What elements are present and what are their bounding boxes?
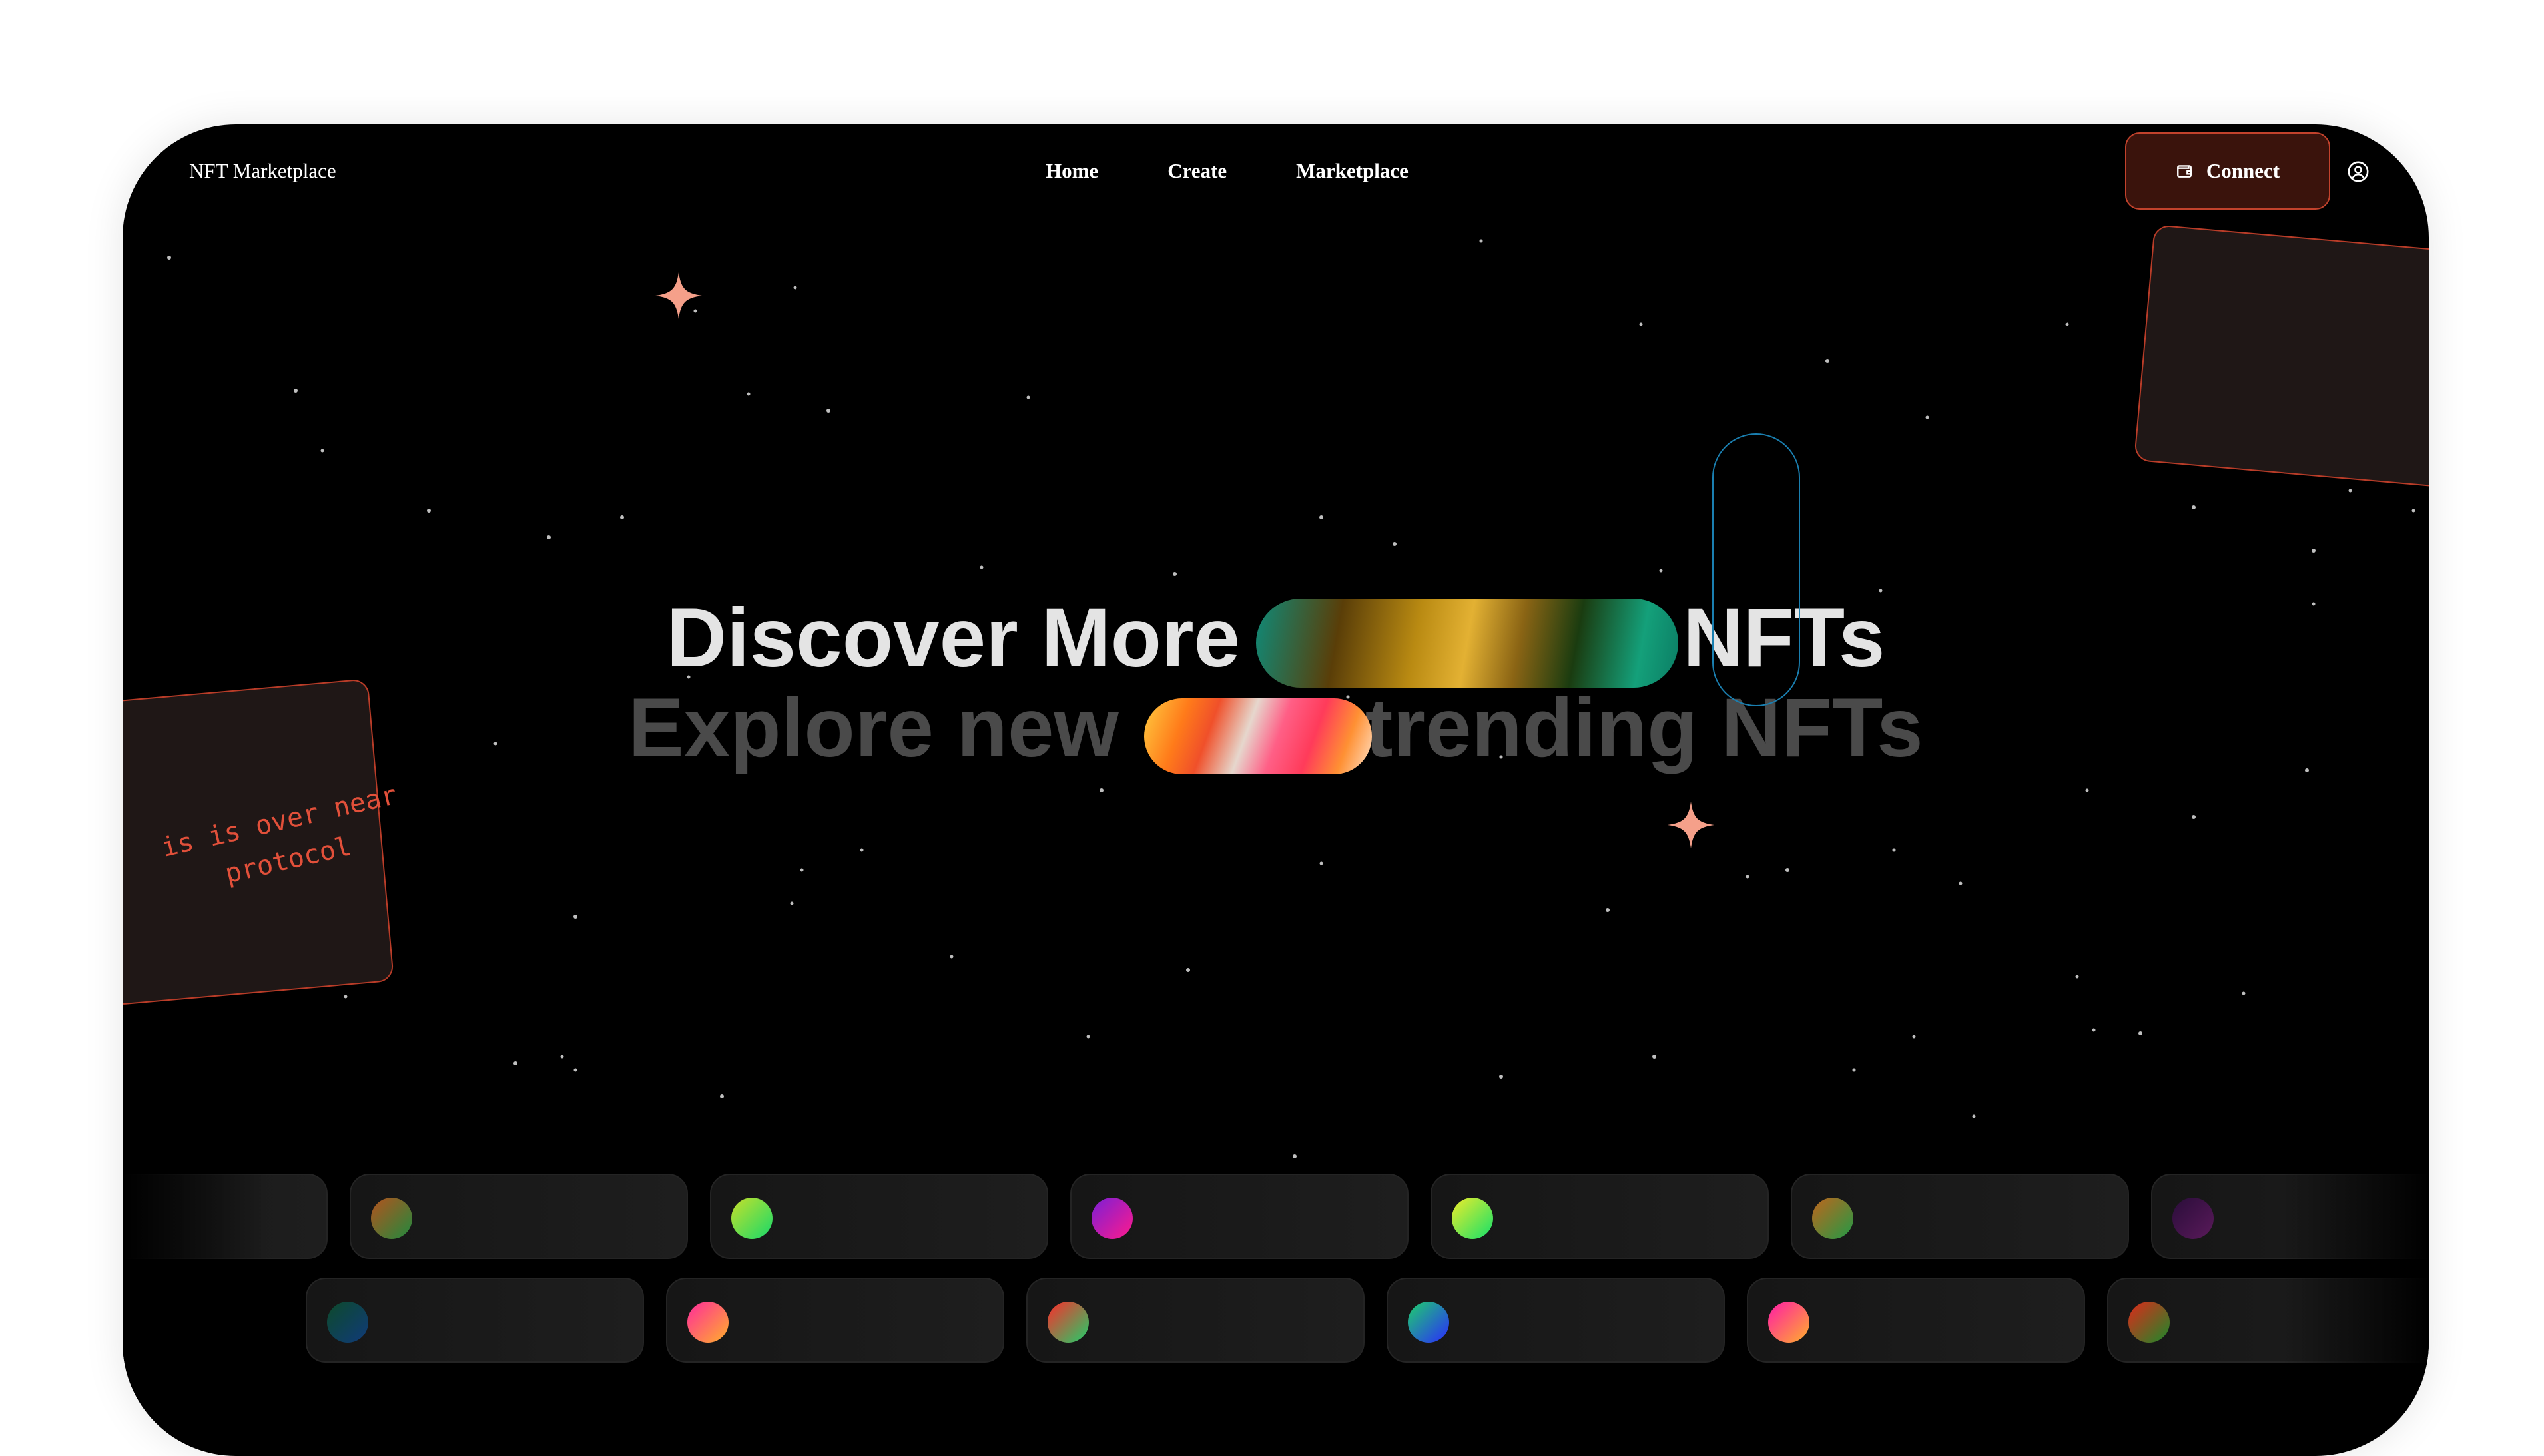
avatar — [1048, 1302, 1089, 1343]
nav-menu: Home Create Marketplace — [1046, 159, 1478, 183]
nav-link-home[interactable]: Home — [1046, 159, 1098, 183]
avatar — [687, 1302, 729, 1343]
top-navbar: NFT Marketplace Home Create Marketplace … — [123, 124, 2429, 224]
avatar — [1408, 1302, 1449, 1343]
outline-pill-decoration — [1712, 433, 1800, 706]
avatar — [1768, 1302, 1809, 1343]
nft-marquee — [123, 1174, 2429, 1453]
hero-line2-start: Explore new — [628, 682, 1119, 774]
connect-label: Connect — [2206, 159, 2280, 182]
nft-image-pill-coral — [1144, 698, 1372, 774]
avatar — [731, 1198, 773, 1239]
user-circle-icon[interactable] — [2347, 160, 2370, 183]
connect-button[interactable]: Connect — [2125, 132, 2330, 210]
nft-chip[interactable] — [1431, 1174, 1769, 1259]
avatar — [327, 1302, 368, 1343]
hero-line2-end: trending NFTs — [1365, 682, 1923, 774]
brand-logo[interactable]: NFT Marketplace — [189, 159, 336, 183]
wallet-icon — [2176, 165, 2192, 178]
avatar — [371, 1198, 412, 1239]
floating-card-right — [2133, 224, 2429, 488]
marquee-fade-left — [123, 1174, 269, 1453]
hero-line1-start: Discover More — [666, 592, 1241, 684]
marquee-fade-right — [2282, 1174, 2429, 1453]
nft-image-pill-gold — [1256, 599, 1678, 688]
nft-chip[interactable] — [306, 1278, 644, 1363]
avatar — [2128, 1302, 2170, 1343]
sparkle-icon — [655, 272, 702, 319]
nav-link-create[interactable]: Create — [1167, 159, 1227, 183]
nft-chip[interactable] — [1791, 1174, 2129, 1259]
avatar — [1812, 1198, 1853, 1239]
nft-chip[interactable] — [350, 1174, 688, 1259]
avatar — [1092, 1198, 1133, 1239]
nft-chip[interactable] — [666, 1278, 1004, 1363]
nft-chip[interactable] — [1026, 1278, 1365, 1363]
nft-chip[interactable] — [1070, 1174, 1409, 1259]
sparkle-icon — [1668, 802, 1714, 848]
nft-chip[interactable] — [1747, 1278, 2085, 1363]
app-window: is is over near protocol NFT Marketplace… — [123, 124, 2429, 1456]
avatar — [2172, 1198, 2214, 1239]
nft-chip[interactable] — [1387, 1278, 1725, 1363]
avatar — [1452, 1198, 1493, 1239]
nft-chip[interactable] — [710, 1174, 1048, 1259]
nav-link-marketplace[interactable]: Marketplace — [1296, 159, 1409, 183]
